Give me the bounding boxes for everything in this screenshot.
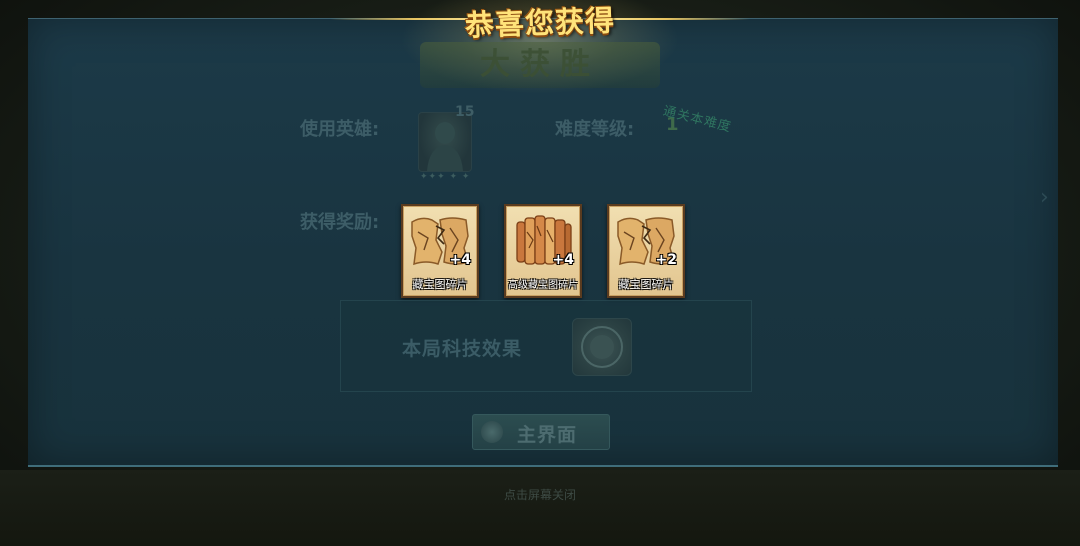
reward-qty: +4 — [449, 252, 471, 268]
hero-portrait — [418, 112, 472, 172]
reward-name: 藏宝图碎片 — [412, 278, 468, 291]
result-header-faded: 大获胜 — [420, 42, 660, 88]
background-ground — [0, 470, 1080, 546]
home-icon — [481, 421, 503, 443]
reward-name: 藏宝图碎片 — [618, 278, 674, 291]
tech-effect-label: 本局科技效果 — [402, 338, 523, 360]
main-menu-button[interactable]: 主界面 — [472, 414, 610, 450]
reward-name: 高级藏宝图碎片 — [508, 280, 578, 291]
reward-card-2[interactable]: +4 高级藏宝图碎片 — [504, 204, 582, 298]
reward-card-3[interactable]: +2 藏宝图碎片 — [607, 204, 685, 298]
hero-stars: ✦✦✦ ✦ ✦ — [420, 172, 471, 182]
congrats-title: 恭喜您获得 — [464, 3, 616, 43]
tap-to-close-hint[interactable]: 点击屏幕关闭 — [470, 486, 610, 503]
reward-card-1[interactable]: +4 藏宝图碎片 — [401, 204, 479, 298]
tech-emblem-icon — [572, 318, 632, 376]
chevron-right-icon: › — [1040, 185, 1049, 210]
reward-qty: +4 — [552, 252, 574, 268]
main-menu-label: 主界面 — [517, 424, 578, 446]
rewards-label: 获得奖励: — [300, 212, 380, 233]
hero-level: 15 — [455, 104, 475, 120]
reward-qty: +2 — [655, 252, 677, 268]
hero-label: 使用英雄: — [300, 119, 380, 140]
difficulty-label: 难度等级: — [555, 119, 635, 140]
